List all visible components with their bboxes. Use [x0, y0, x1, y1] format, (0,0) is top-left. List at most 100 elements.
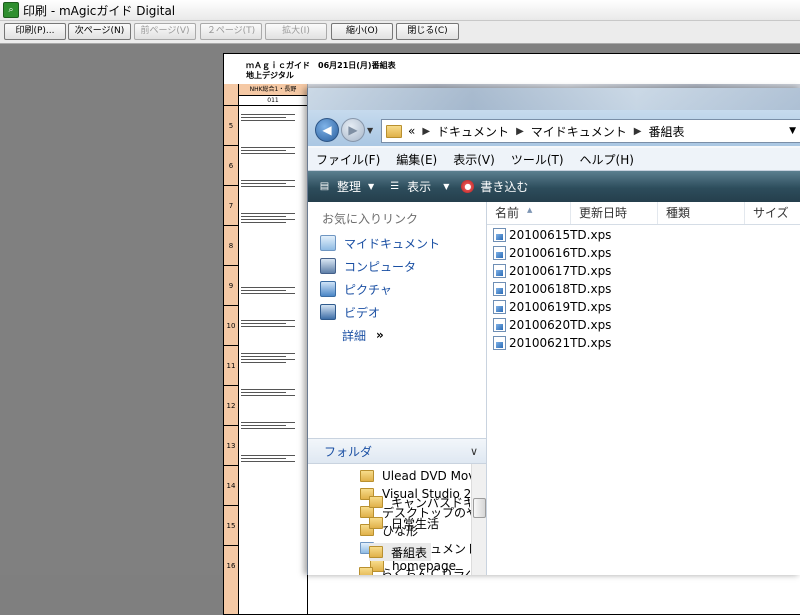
tree-item[interactable]: デスクトップのや	[360, 503, 478, 521]
hour-label: 11	[224, 345, 238, 386]
folder-icon	[370, 560, 384, 572]
file-name: 20100616TD.xps	[509, 246, 612, 260]
more-label: 詳細	[342, 328, 367, 343]
page-subtitle: 地上デジタル	[246, 71, 294, 80]
views-button[interactable]: ☰ 表示 ▼	[388, 178, 449, 195]
next-page-button[interactable]: 次ページ(N)	[68, 23, 131, 40]
column-header-size[interactable]: サイズ	[745, 202, 800, 224]
tree-item-label: homepage	[392, 559, 456, 573]
print-toolbar: 印刷(P)... 次ページ(N) 前ページ(V) ２ページ(T) 拡大(I) 縮…	[0, 21, 800, 44]
close-button[interactable]: 閉じる(C)	[396, 23, 459, 40]
favorite-links-header: お気に入りリンク	[322, 212, 419, 226]
file-name: 20100617TD.xps	[509, 264, 612, 278]
breadcrumb-program-guide[interactable]: 番組表	[648, 123, 684, 140]
xps-file-icon	[493, 282, 506, 296]
column-header-type[interactable]: 種類	[658, 202, 745, 224]
folder-icon	[360, 470, 374, 482]
favorite-label: ビデオ	[344, 305, 381, 320]
file-item[interactable]: 20100619TD.xps	[493, 298, 611, 316]
navigation-pane: お気に入りリンク マイドキュメント コンピュータ ピクチャ ビデオ 詳細 » フ…	[308, 202, 487, 575]
menu-file[interactable]: ファイル(F)	[316, 151, 380, 168]
address-overflow-indicator[interactable]: «	[408, 124, 415, 138]
favorite-label: マイドキュメント	[344, 236, 441, 251]
favorite-videos[interactable]: ビデオ	[320, 303, 380, 321]
zoom-in-button[interactable]: 拡大(I)	[265, 23, 327, 40]
favorite-my-documents[interactable]: マイドキュメント	[320, 234, 440, 252]
window-glass-frame: ◀ ▶ ▼ « ▶ ドキュメント ▶ マイドキュメント ▶ 番組表 ▼	[308, 88, 800, 146]
organize-button[interactable]: ▤ 整理 ▼	[318, 178, 374, 195]
folder-icon	[360, 524, 374, 536]
breadcrumb-separator-icon[interactable]: ▶	[422, 126, 430, 137]
file-list-pane: ▲ 名前 更新日時 種類 サイズ 20100615TD.xps 20100616…	[487, 202, 800, 575]
two-page-button[interactable]: ２ページ(T)	[200, 23, 262, 40]
channel-number: 011	[239, 96, 307, 106]
tree-item[interactable]: Ulead DVD Mov	[360, 467, 475, 485]
file-item[interactable]: 20100615TD.xps	[493, 226, 611, 244]
tree-item[interactable]: マイドキュメント	[360, 539, 478, 557]
breadcrumb-my-documents[interactable]: マイドキュメント	[531, 123, 627, 140]
history-dropdown-icon[interactable]: ▼	[367, 126, 373, 135]
file-item[interactable]: 20100618TD.xps	[493, 280, 611, 298]
xps-file-icon	[493, 264, 506, 278]
xps-file-icon	[493, 228, 506, 242]
tree-item[interactable]: Visual Studio 20	[360, 485, 479, 503]
breadcrumb-separator-icon[interactable]: ▶	[634, 126, 642, 137]
file-name: 20100621TD.xps	[509, 336, 612, 350]
folder-icon	[360, 506, 374, 518]
column-header-modified[interactable]: 更新日時	[571, 202, 658, 224]
folders-header[interactable]: フォルダ ∨	[308, 438, 486, 464]
hour-label: 6	[224, 145, 238, 186]
zoom-out-button[interactable]: 縮小(O)	[331, 23, 393, 40]
blurred-title-strip	[308, 88, 800, 110]
command-bar: ▤ 整理 ▼ ☰ 表示 ▼ ● 書き込む	[308, 171, 800, 202]
hour-label: 5	[224, 105, 238, 146]
tree-scrollbar[interactable]	[471, 464, 486, 575]
title-bar: ⌕ 印刷 - mAgicガイド Digital	[0, 0, 800, 21]
pictures-icon	[320, 281, 336, 297]
computer-icon	[320, 258, 336, 274]
favorite-label: ピクチャ	[344, 282, 392, 297]
menu-edit[interactable]: 編集(E)	[396, 151, 437, 168]
explorer-window[interactable]: ◀ ▶ ▼ « ▶ ドキュメント ▶ マイドキュメント ▶ 番組表 ▼ ファイル…	[307, 88, 800, 575]
favorite-computer[interactable]: コンピュータ	[320, 257, 416, 275]
address-dropdown-icon[interactable]: ▼	[789, 126, 796, 136]
column-header-row: ▲ 名前 更新日時 種類 サイズ	[487, 202, 800, 225]
address-bar[interactable]: « ▶ ドキュメント ▶ マイドキュメント ▶ 番組表 ▼	[381, 119, 800, 143]
hour-label: 8	[224, 225, 238, 266]
menu-help[interactable]: ヘルプ(H)	[580, 151, 634, 168]
favorite-label: コンピュータ	[344, 259, 417, 274]
xps-file-icon	[493, 318, 506, 332]
breadcrumb-separator-icon[interactable]: ▶	[516, 126, 524, 137]
hour-label: 7	[224, 185, 238, 226]
channel-column: NHK総合1・長野 011	[239, 84, 308, 614]
menu-tools[interactable]: ツール(T)	[511, 151, 564, 168]
file-item[interactable]: 20100616TD.xps	[493, 244, 611, 262]
scrollbar-thumb[interactable]	[473, 498, 486, 518]
print-button[interactable]: 印刷(P)...	[4, 23, 66, 40]
column-header-name[interactable]: ▲ 名前	[487, 202, 571, 224]
file-item[interactable]: 20100617TD.xps	[493, 262, 611, 280]
print-preview-app-icon: ⌕	[3, 2, 19, 18]
tree-item[interactable]: ひな形	[360, 521, 418, 539]
favorite-pictures[interactable]: ピクチャ	[320, 280, 392, 298]
previous-page-button[interactable]: 前ページ(V)	[134, 23, 196, 40]
videos-icon	[320, 304, 336, 320]
file-item[interactable]: 20100621TD.xps	[493, 334, 611, 352]
file-item[interactable]: 20100620TD.xps	[493, 316, 611, 334]
hour-label: 16	[224, 545, 238, 586]
tree-item[interactable]: homepage	[370, 557, 456, 575]
more-links[interactable]: 詳細 »	[342, 326, 384, 344]
menu-view[interactable]: 表示(V)	[453, 151, 495, 168]
breadcrumb-documents[interactable]: ドキュメント	[437, 123, 509, 140]
views-label: 表示	[407, 180, 432, 194]
back-arrow-icon[interactable]: ◀	[315, 118, 339, 142]
file-name: 20100615TD.xps	[509, 228, 612, 242]
forward-arrow-icon[interactable]: ▶	[341, 118, 365, 142]
folders-label: フォルダ	[324, 444, 373, 459]
program-listing-lines	[241, 112, 305, 464]
burn-button[interactable]: ● 書き込む	[461, 178, 528, 195]
burn-disc-icon: ●	[461, 180, 475, 193]
folder-icon	[386, 124, 402, 138]
sort-ascending-icon: ▲	[527, 206, 533, 214]
hour-label: 9	[224, 265, 238, 306]
